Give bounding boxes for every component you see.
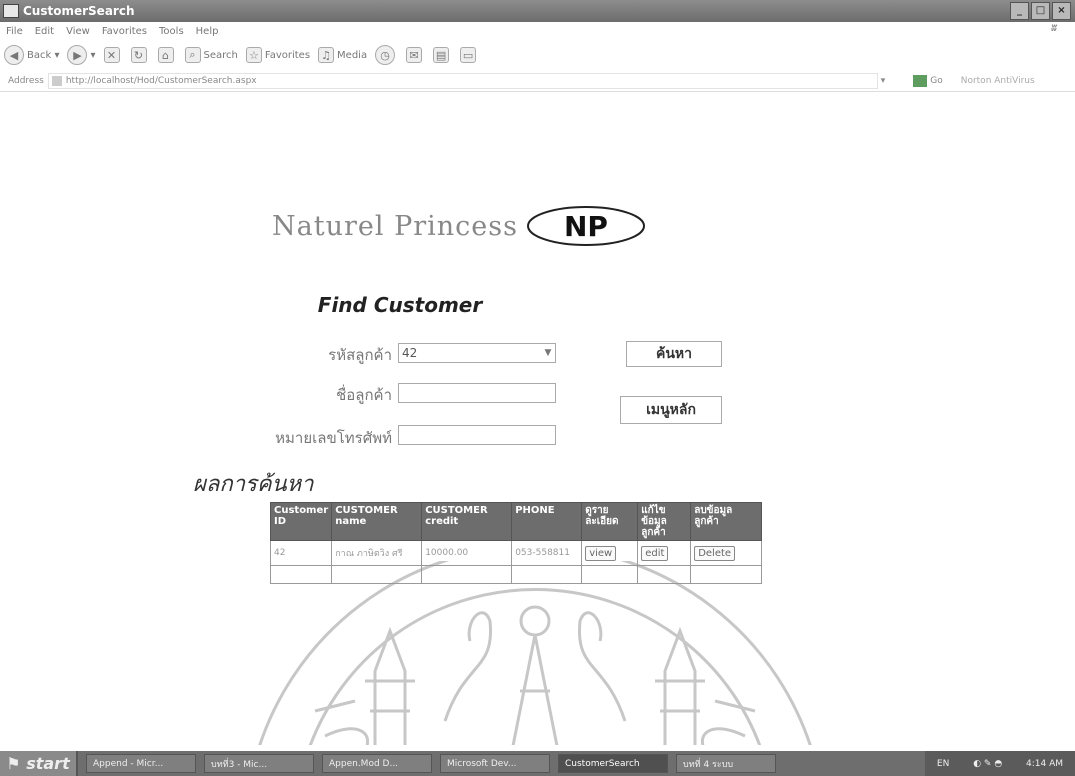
results-title: ผลการค้นหา: [193, 472, 314, 497]
go-arrow-icon: [913, 74, 928, 87]
np-logo-text: NP: [564, 210, 608, 243]
go-label: Go: [930, 75, 943, 86]
brand-logo: Naturel Princess NP: [272, 203, 649, 249]
menu-file[interactable]: File: [6, 26, 23, 37]
start-button[interactable]: ⚑ start: [0, 751, 78, 776]
menu-edit[interactable]: Edit: [35, 26, 54, 37]
ie-icon: [3, 4, 19, 18]
col-edit: แก้ไข ข้อมูล ลูกค้า: [637, 502, 692, 541]
taskbar-item-appen-mod[interactable]: Appen.Mod D...: [322, 754, 432, 773]
page-icon: [51, 75, 62, 86]
taskbar-item-chapter3[interactable]: บทที่3 - Mic...: [204, 754, 314, 773]
address-input[interactable]: http://localhost/Hod/CustomerSearch.aspx: [47, 72, 878, 89]
phone-label: หมายเลขโทรศัพท์: [275, 429, 392, 447]
browser-toolbar: ◀ Back ▾ ▶ ▾ ✕ ↻ ⌂ ⌕ Search ☆ Favorites …: [0, 40, 1075, 70]
back-arrow-icon: ◀: [4, 45, 24, 65]
customer-id-select[interactable]: 42 ▼: [398, 343, 556, 363]
history-icon: ◷: [375, 45, 396, 65]
back-label: Back: [27, 49, 52, 61]
menu-view[interactable]: View: [66, 26, 90, 37]
menu-bar: File Edit View Favorites Tools Help ʬ: [0, 22, 1075, 40]
view-button[interactable]: view: [585, 545, 617, 561]
home-icon: ⌂: [157, 47, 174, 63]
address-label: Address: [8, 75, 44, 86]
tray-icons[interactable]: ◐ ✎ ◓: [973, 759, 1002, 769]
col-view: ดูราย ละเอียด: [581, 502, 639, 541]
customer-name-input[interactable]: [398, 383, 556, 403]
close-button[interactable]: ×: [1052, 2, 1071, 20]
windows-logo-icon: ʬ: [1051, 23, 1057, 34]
col-phone: PHONE: [511, 502, 583, 541]
start-label: start: [26, 754, 70, 773]
address-bar: Address http://localhost/Hod/CustomerSea…: [0, 70, 1075, 92]
edit-page-button[interactable]: ▭: [460, 47, 479, 63]
stop-icon: ✕: [103, 47, 120, 63]
media-icon: ♫: [318, 47, 335, 63]
university-seal-watermark: [258, 561, 812, 745]
back-button[interactable]: ◀ Back ▾: [4, 45, 59, 65]
chevron-down-icon: ▼: [544, 348, 552, 358]
window-controls: _ □ ×: [1010, 2, 1071, 20]
address-dropdown-icon[interactable]: ▾: [878, 76, 886, 86]
page-content: Naturel Princess NP Find Customer รหัสลู…: [0, 93, 1075, 745]
np-logo-icon: NP: [526, 206, 645, 246]
page-title: Find Customer: [317, 293, 483, 317]
col-customer-name: CUSTOMER name: [331, 502, 423, 541]
star-icon: ☆: [245, 47, 262, 63]
refresh-button[interactable]: ↻: [130, 47, 150, 63]
norton-toolbar[interactable]: Norton AntiVirus: [961, 76, 1035, 86]
search-button[interactable]: ⌕ Search: [184, 47, 238, 63]
windows-flag-icon: ⚑: [6, 754, 27, 773]
print-button[interactable]: ▤: [433, 47, 452, 63]
clock[interactable]: 4:14 AM: [1026, 759, 1063, 769]
address-url: http://localhost/Hod/CustomerSearch.aspx: [65, 75, 257, 86]
menu-tools[interactable]: Tools: [159, 26, 184, 37]
minimize-button[interactable]: _: [1010, 2, 1029, 20]
col-delete: ลบข้อมูล ลูกค้า: [690, 502, 763, 541]
favorites-button[interactable]: ☆ Favorites: [245, 47, 311, 63]
menu-help[interactable]: Help: [196, 26, 219, 37]
taskbar: ⚑ start Append - Micr... บทที่3 - Mic...…: [0, 751, 1075, 776]
customer-name-label: ชื่อลูกค้า: [336, 386, 392, 404]
media-label: Media: [337, 49, 368, 61]
edit-page-icon: ▭: [460, 47, 477, 63]
phone-input[interactable]: [398, 425, 556, 445]
home-button[interactable]: ⌂: [157, 47, 177, 63]
brand-name: Naturel Princess: [272, 210, 518, 242]
search-icon: ⌕: [184, 47, 201, 63]
forward-button[interactable]: ▶ ▾: [67, 45, 96, 65]
taskbar-item-chapter4[interactable]: บทที่ 4 ระบบ: [676, 754, 776, 773]
search-label: Search: [203, 49, 238, 61]
window-title: CustomerSearch: [23, 4, 135, 18]
table-header-row: Customer ID CUSTOMER name CUSTOMER credi…: [269, 502, 763, 541]
chevron-down-icon: ▾: [51, 49, 60, 61]
col-customer-credit: CUSTOMER credit: [421, 502, 513, 541]
forward-arrow-icon: ▶: [67, 45, 88, 65]
delete-button[interactable]: Delete: [694, 545, 736, 561]
mail-icon: ✉: [406, 47, 423, 63]
media-button[interactable]: ♫ Media: [318, 47, 367, 63]
system-tray: EN ◐ ✎ ◓ 4:14 AM: [925, 751, 1075, 776]
search-button[interactable]: ค้นหา: [626, 341, 722, 367]
history-button[interactable]: ◷: [375, 45, 398, 65]
window-titlebar: CustomerSearch _ □ ×: [0, 0, 1075, 22]
main-menu-button[interactable]: เมนูหลัก: [620, 396, 722, 424]
go-button[interactable]: Go: [913, 74, 943, 87]
col-customer-id: Customer ID: [269, 502, 333, 541]
favorites-label: Favorites: [264, 49, 311, 61]
stop-button[interactable]: ✕: [103, 47, 123, 63]
mail-button[interactable]: ✉: [406, 47, 425, 63]
menu-favorites[interactable]: Favorites: [102, 26, 147, 37]
refresh-icon: ↻: [130, 47, 147, 63]
customer-id-label: รหัสลูกค้า: [328, 346, 392, 364]
chevron-down-icon: ▾: [90, 49, 96, 61]
taskbar-item-microsoft-dev[interactable]: Microsoft Dev...: [440, 754, 550, 773]
maximize-button[interactable]: □: [1031, 2, 1050, 20]
customer-id-value: 42: [402, 346, 418, 360]
edit-button[interactable]: edit: [641, 545, 669, 561]
taskbar-item-append[interactable]: Append - Micr...: [86, 754, 196, 773]
print-icon: ▤: [433, 47, 450, 63]
language-indicator[interactable]: EN: [937, 759, 949, 769]
taskbar-item-customersearch[interactable]: CustomerSearch: [558, 754, 668, 773]
